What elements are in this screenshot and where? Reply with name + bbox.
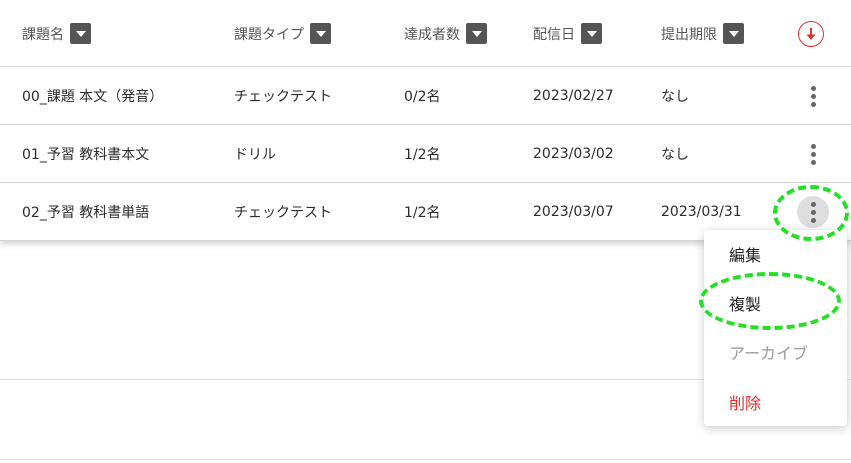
- table-row[interactable]: 00_課題 本文（発音） チェックテスト 0/2名 2023/02/27 なし: [0, 67, 851, 125]
- menu-item-delete[interactable]: 削除: [704, 378, 847, 426]
- kebab-dot: [810, 93, 816, 99]
- caret-down-icon: [728, 31, 739, 37]
- cell-achievers: 0/2名: [404, 89, 441, 105]
- cell-name[interactable]: 00_課題 本文（発音）: [22, 67, 163, 125]
- kebab-dot: [810, 85, 816, 91]
- column-header-achievers-label: 達成者数: [404, 26, 460, 43]
- table-row[interactable]: 01_予習 教科書本文 ドリル 1/2名 2023/03/02 なし: [0, 125, 851, 183]
- column-header-name-label: 課題名: [22, 26, 64, 43]
- kebab-dot: [810, 159, 816, 165]
- filter-dropdown-name[interactable]: [70, 23, 91, 44]
- highlight-circle-kebab: [773, 185, 849, 241]
- more-options-button[interactable]: [797, 138, 829, 170]
- cell-name[interactable]: 01_予習 教科書本文: [22, 125, 149, 183]
- column-header-type: 課題タイプ: [234, 0, 331, 67]
- filter-dropdown-delivery-date[interactable]: [581, 23, 602, 44]
- column-header-name: 課題名: [22, 0, 91, 67]
- filter-dropdown-achievers[interactable]: [466, 23, 487, 44]
- row-divider: [0, 459, 851, 460]
- cell-deadline: なし: [661, 89, 689, 105]
- more-options-button[interactable]: [797, 80, 829, 112]
- caret-down-icon: [586, 31, 597, 37]
- menu-item-archive: アーカイブ: [729, 344, 809, 363]
- column-header-achievers: 達成者数: [404, 0, 487, 67]
- column-header-delivery-date: 配信日: [533, 0, 602, 67]
- cell-type: チェックテスト: [234, 205, 332, 221]
- column-header-deadline: 提出期限: [661, 0, 744, 67]
- kebab-dot: [810, 143, 816, 149]
- highlight-circle-duplicate: [699, 272, 841, 330]
- column-header-deadline-label: 提出期限: [661, 26, 717, 43]
- caret-down-icon: [75, 31, 86, 37]
- filter-dropdown-deadline[interactable]: [723, 23, 744, 44]
- cell-delivery-date: 2023/03/02: [533, 146, 614, 162]
- cell-achievers: 1/2名: [404, 205, 441, 221]
- cell-delivery-date: 2023/03/07: [533, 204, 614, 220]
- kebab-dot: [810, 151, 816, 157]
- column-header-delivery-date-label: 配信日: [533, 26, 575, 43]
- cell-deadline: なし: [661, 147, 689, 163]
- caret-down-icon: [471, 31, 482, 37]
- table-header: 課題名 課題タイプ 達成者数 配信日 提出期限: [0, 0, 851, 67]
- filter-dropdown-type[interactable]: [310, 23, 331, 44]
- caret-down-icon: [315, 31, 326, 37]
- column-header-type-label: 課題タイプ: [234, 26, 304, 43]
- cell-achievers: 1/2名: [404, 147, 441, 163]
- sort-button[interactable]: [798, 21, 824, 47]
- kebab-dot: [810, 101, 816, 107]
- cell-delivery-date: 2023/02/27: [533, 88, 614, 104]
- cell-name[interactable]: 02_予習 教科書単語: [22, 183, 149, 241]
- cell-type: チェックテスト: [234, 89, 332, 105]
- cell-type: ドリル: [234, 147, 276, 163]
- arrow-down-icon: [806, 28, 816, 40]
